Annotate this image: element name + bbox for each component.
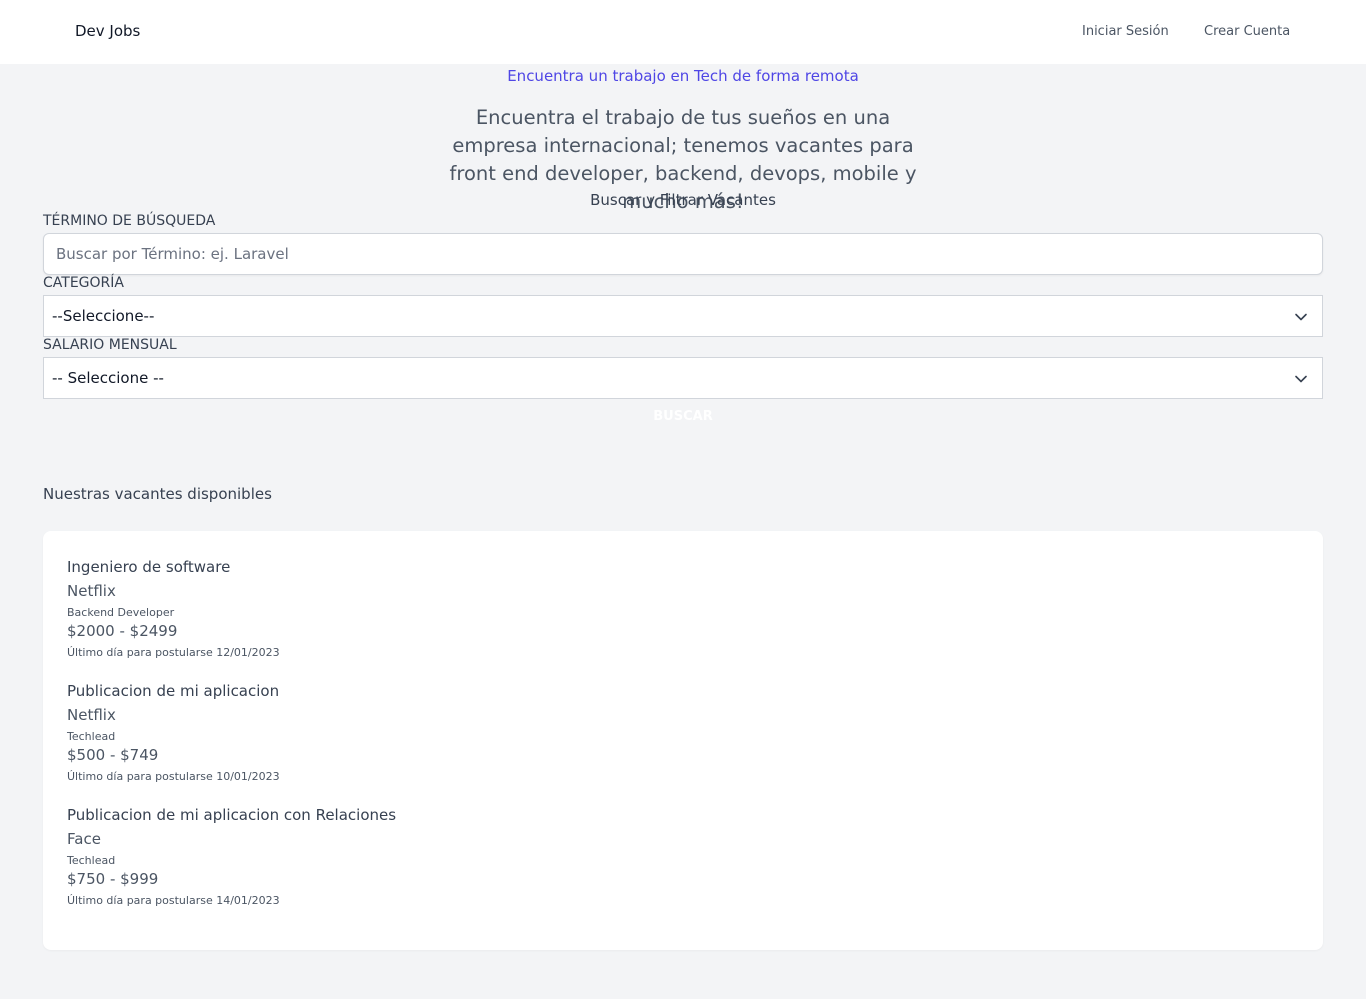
vacancy-deadline: Último día para postularse 14/01/2023: [67, 894, 280, 907]
salary-select[interactable]: -- Seleccione --: [43, 357, 1323, 399]
search-term-input[interactable]: [43, 233, 1323, 275]
chevron-down-icon: [1295, 313, 1307, 321]
vacancy-title-link[interactable]: Publicacion de mi aplicacion con Relacio…: [67, 806, 396, 824]
category-select[interactable]: --Seleccione--: [43, 295, 1323, 337]
vacancy-title-link[interactable]: Publicacion de mi aplicacion: [67, 682, 279, 700]
search-button[interactable]: Buscar: [633, 405, 733, 427]
vacancy-title-link[interactable]: Ingeniero de software: [67, 558, 230, 576]
register-link[interactable]: Crear Cuenta: [1204, 24, 1290, 39]
salary-label: Salario Mensual: [43, 337, 177, 353]
vacancy-item: Publicacion de mi aplicacion Netflix Tec…: [67, 682, 1299, 790]
vacancy-salary: $500 - $749: [67, 746, 159, 764]
filter-heading: Buscar y Filtrar Vacantes: [590, 191, 776, 209]
search-term-label: Término de Búsqueda: [43, 213, 216, 229]
vacancy-category: Techlead: [67, 730, 116, 743]
top-navbar: Dev Jobs Iniciar Sesión Crear Cuenta: [0, 0, 1366, 64]
brand-logo-link[interactable]: Dev Jobs: [75, 22, 140, 40]
vacancy-company: Face: [67, 830, 101, 848]
vacancy-deadline: Último día para postularse 12/01/2023: [67, 646, 280, 659]
vacancy-item: Publicacion de mi aplicacion con Relacio…: [67, 806, 1299, 914]
hero-tagline: Encuentra un trabajo en Tech de forma re…: [507, 67, 859, 85]
category-label: Categoría: [43, 275, 124, 291]
vacancy-category: Backend Developer: [67, 606, 175, 619]
vacancies-section-title: Nuestras vacantes disponibles: [43, 485, 272, 503]
salary-select-value: -- Seleccione --: [52, 369, 164, 387]
vacancy-salary: $2000 - $2499: [67, 622, 178, 640]
vacancies-list: Ingeniero de software Netflix Backend De…: [43, 531, 1323, 950]
chevron-down-icon: [1295, 375, 1307, 383]
vacancy-item: Ingeniero de software Netflix Backend De…: [67, 558, 1299, 666]
vacancy-salary: $750 - $999: [67, 870, 159, 888]
vacancy-company: Netflix: [67, 706, 116, 724]
vacancy-deadline: Último día para postularse 10/01/2023: [67, 770, 280, 783]
category-select-value: --Seleccione--: [52, 307, 155, 325]
vacancy-company: Netflix: [67, 582, 116, 600]
vacancy-category: Techlead: [67, 854, 116, 867]
login-link[interactable]: Iniciar Sesión: [1082, 24, 1169, 39]
